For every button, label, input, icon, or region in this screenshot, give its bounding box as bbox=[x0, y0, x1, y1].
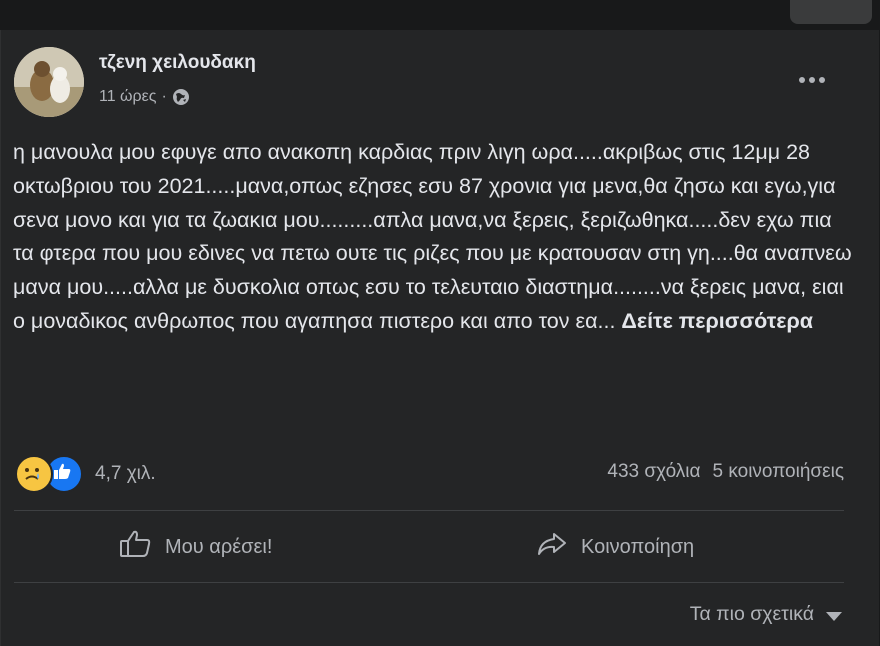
sad-reaction-icon bbox=[15, 455, 53, 493]
comments-count[interactable]: 433 σχόλια bbox=[607, 461, 700, 483]
post-body: η μανουλα μου εφυγε απο ανακοπη καρδιας … bbox=[13, 136, 858, 339]
meta-separator: · bbox=[161, 88, 167, 105]
comments-sort-dropdown[interactable]: Τα πιο σχετικά bbox=[690, 603, 842, 626]
author-name[interactable]: τζενη χειλουδακη bbox=[99, 52, 256, 74]
like-label: Μου αρέσει! bbox=[165, 535, 273, 558]
comments-sort-label: Τα πιο σχετικά bbox=[689, 603, 814, 625]
globe-icon bbox=[172, 88, 190, 106]
avatar[interactable] bbox=[14, 47, 84, 117]
post-stats: 433 σχόλια 5 κοινοποιήσεις bbox=[607, 461, 844, 483]
post-meta: 11 ώρες · bbox=[99, 88, 190, 106]
post-body-text: η μανουλα μου εφυγε απο ανακοπη καρδιας … bbox=[13, 140, 852, 333]
divider bbox=[14, 510, 844, 511]
thumbs-up-icon bbox=[119, 529, 153, 565]
see-more-link[interactable]: Δείτε περισσότερα bbox=[621, 309, 813, 333]
divider bbox=[14, 582, 844, 583]
avatar-image bbox=[14, 47, 84, 117]
share-arrow-icon bbox=[535, 529, 569, 565]
share-label: Κοινοποίηση bbox=[581, 535, 695, 558]
reactions-summary[interactable]: 4,7 χιλ. bbox=[15, 455, 156, 493]
top-strip bbox=[0, 0, 880, 30]
caret-down-icon bbox=[826, 612, 842, 621]
more-dots-icon[interactable] bbox=[790, 66, 834, 94]
shares-count[interactable]: 5 κοινοποιήσεις bbox=[713, 461, 844, 483]
like-button[interactable]: Μου αρέσει! bbox=[119, 530, 272, 564]
reaction-count: 4,7 χιλ. bbox=[95, 463, 156, 484]
top-button[interactable] bbox=[790, 0, 872, 24]
post-time[interactable]: 11 ώρες bbox=[99, 88, 157, 106]
share-button[interactable]: Κοινοποίηση bbox=[535, 530, 694, 564]
